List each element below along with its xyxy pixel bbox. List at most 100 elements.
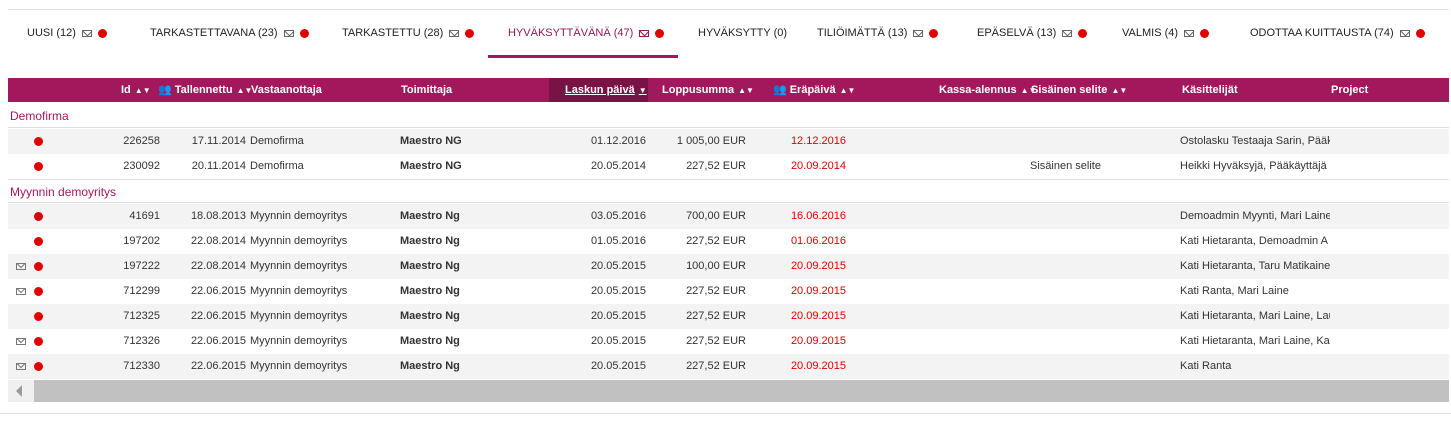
column-header-recipient[interactable]: Vastaanottaja bbox=[251, 78, 322, 102]
tab-tilioimatta[interactable]: TILIÖIMÄTTÄ (13) bbox=[817, 10, 939, 56]
column-header-supplier[interactable]: Toimittaja bbox=[401, 78, 452, 102]
column-header-project[interactable]: Project bbox=[1331, 78, 1368, 102]
cell-supplier: Maestro Ng bbox=[400, 360, 460, 372]
cell-due-date: 20.09.2014 bbox=[790, 160, 846, 172]
cell-handlers: Ostolasku Testaaja Sarin, Pääkä bbox=[1180, 135, 1330, 147]
scroll-left-arrow-icon[interactable] bbox=[16, 385, 22, 397]
cell-saved: 18.08.2013 bbox=[190, 210, 246, 222]
group-header[interactable]: Demofirma bbox=[8, 104, 1449, 128]
cell-id: 197202 bbox=[123, 235, 160, 247]
tab-uusi[interactable]: UUSI (12) bbox=[27, 10, 107, 56]
column-label: Laskun päivä bbox=[565, 84, 635, 96]
tab-odottaa-kuittausta[interactable]: ODOTTAA KUITTAUSTA (74) bbox=[1250, 10, 1425, 56]
tab-label: HYVÄKSYTTY (0) bbox=[698, 27, 788, 39]
scrollbar-thumb[interactable] bbox=[34, 380, 1449, 402]
bottom-divider bbox=[0, 413, 1451, 414]
table-row[interactable]: 197222 22.08.2014 Myynnin demoyritys Mae… bbox=[8, 254, 1449, 279]
tab-tarkastettavana[interactable]: TARKASTETTAVANA (23) bbox=[150, 10, 309, 56]
sort-icon: ▲▼ bbox=[839, 86, 856, 95]
cell-invoice-date: 03.05.2016 bbox=[590, 210, 646, 222]
column-header-handlers[interactable]: Käsittelijät bbox=[1182, 78, 1238, 102]
cell-invoice-date: 20.05.2015 bbox=[590, 285, 646, 297]
tab-label: VALMIS (4) bbox=[1122, 27, 1179, 39]
column-header-due-date[interactable]: 👥 Eräpäivä ▲▼ bbox=[773, 78, 855, 102]
cell-handlers: Kati Hietaranta, Mari Laine, Lau bbox=[1180, 310, 1330, 322]
cell-total: 100,00 EUR bbox=[686, 260, 746, 272]
column-header-internal-note[interactable]: Sisäinen selite ▲▼ bbox=[1031, 78, 1127, 102]
cell-saved: 22.06.2015 bbox=[190, 310, 246, 322]
cell-due-date: 20.09.2015 bbox=[790, 285, 846, 297]
cell-due-date: 20.09.2015 bbox=[790, 360, 846, 372]
status-dot-icon bbox=[34, 237, 43, 246]
cell-saved: 20.11.2014 bbox=[191, 160, 246, 172]
tab-label: EPÄSELVÄ (13) bbox=[977, 27, 1057, 39]
cell-total: 227,52 EUR bbox=[686, 360, 746, 372]
table-row[interactable]: 226258 17.11.2014 Demofirma Maestro NG 0… bbox=[8, 129, 1449, 154]
column-header-saved[interactable]: 👥 Tallennettu ▲▼ bbox=[158, 78, 252, 102]
cell-recipient: Myynnin demoyritys bbox=[250, 360, 348, 372]
cell-handlers: Kati Ranta bbox=[1180, 360, 1232, 372]
users-icon: 👥 bbox=[158, 84, 172, 96]
cell-recipient: Demofirma bbox=[250, 135, 304, 147]
cell-recipient: Myynnin demoyritys bbox=[250, 260, 348, 272]
mail-icon bbox=[16, 263, 26, 270]
cell-internal-note bbox=[1030, 354, 1160, 379]
cell-internal-note bbox=[1030, 279, 1160, 304]
table-row[interactable]: 41691 18.08.2013 Myynnin demoyritys Maes… bbox=[8, 204, 1449, 229]
column-header-id[interactable]: Id ▲▼ bbox=[121, 78, 151, 102]
cell-supplier: Maestro NG bbox=[400, 160, 462, 172]
column-label: Kassa-alennus bbox=[939, 84, 1017, 96]
cell-id: 712326 bbox=[123, 335, 160, 347]
cell-internal-note: Sisäinen selite bbox=[1030, 160, 1101, 172]
cell-invoice-date: 01.05.2016 bbox=[590, 235, 646, 247]
cell-supplier: Maestro Ng bbox=[400, 260, 460, 272]
status-dot-icon bbox=[34, 337, 43, 346]
cell-total: 227,52 EUR bbox=[686, 160, 746, 172]
group-header[interactable]: Myynnin demoyritys bbox=[8, 179, 1449, 203]
cell-saved: 22.08.2014 bbox=[190, 235, 246, 247]
column-label: Project bbox=[1331, 84, 1369, 96]
table-row[interactable]: 712299 22.06.2015 Myynnin demoyritys Mae… bbox=[8, 279, 1449, 304]
cell-total: 227,52 EUR bbox=[686, 335, 746, 347]
cell-saved: 22.06.2015 bbox=[190, 335, 246, 347]
table-row[interactable]: 197202 22.08.2014 Myynnin demoyritys Mae… bbox=[8, 229, 1449, 254]
table-row[interactable]: 712325 22.06.2015 Myynnin demoyritys Mae… bbox=[8, 304, 1449, 329]
cell-due-date: 12.12.2016 bbox=[790, 135, 846, 147]
mail-icon bbox=[16, 338, 26, 345]
mail-icon bbox=[639, 29, 650, 37]
cell-handlers: Heikki Hyväksyjä, Pääkäyttäjä D bbox=[1180, 160, 1330, 172]
column-label: Id bbox=[121, 84, 131, 96]
tab-hyvaksytty[interactable]: HYVÄKSYTTY (0) bbox=[698, 10, 787, 56]
tab-valmis[interactable]: VALMIS (4) bbox=[1122, 10, 1210, 56]
cell-internal-note bbox=[1030, 229, 1160, 254]
status-dot-icon bbox=[465, 28, 475, 38]
cell-invoice-date: 20.05.2015 bbox=[590, 335, 646, 347]
mail-icon bbox=[913, 29, 924, 37]
tab-tarkastettu[interactable]: TARKASTETTU (28) bbox=[342, 10, 475, 56]
cell-due-date: 20.09.2015 bbox=[790, 335, 846, 347]
cell-total: 700,00 EUR bbox=[686, 210, 746, 222]
column-header-total[interactable]: Loppusumma ▲▼ bbox=[662, 78, 754, 102]
sort-icon: ▲▼ bbox=[1111, 86, 1128, 95]
table-row[interactable]: 230092 20.11.2014 Demofirma Maestro NG 2… bbox=[8, 154, 1449, 179]
table-row[interactable]: 712326 22.06.2015 Myynnin demoyritys Mae… bbox=[8, 329, 1449, 354]
cell-supplier: Maestro Ng bbox=[400, 210, 460, 222]
horizontal-scrollbar[interactable] bbox=[8, 380, 1449, 402]
column-header-cash-discount[interactable]: Kassa-alennus ▲▼ bbox=[939, 78, 1037, 102]
status-dot-icon bbox=[1415, 28, 1425, 38]
active-tab-indicator bbox=[488, 55, 678, 58]
column-label: Sisäinen selite bbox=[1031, 84, 1108, 96]
cell-id: 712325 bbox=[123, 310, 160, 322]
cell-total: 227,52 EUR bbox=[686, 235, 746, 247]
tab-hyvaksyttavana[interactable]: HYVÄKSYTTÄVÄNÄ (47) bbox=[508, 10, 665, 56]
tab-label: TARKASTETTU (28) bbox=[342, 27, 444, 39]
column-label: Tallennettu bbox=[174, 84, 233, 96]
cell-supplier: Maestro Ng bbox=[400, 285, 460, 297]
table-row[interactable]: 712330 22.06.2015 Myynnin demoyritys Mae… bbox=[8, 354, 1449, 379]
column-header-invoice-date[interactable]: Laskun päivä ▼ bbox=[549, 78, 648, 102]
status-dot-icon bbox=[929, 28, 939, 38]
cell-id: 41691 bbox=[129, 210, 160, 222]
tab-epaselva[interactable]: EPÄSELVÄ (13) bbox=[977, 10, 1088, 56]
cell-internal-note bbox=[1030, 204, 1160, 229]
cell-handlers: Kati Hietaranta, Taru Matikaine bbox=[1180, 260, 1330, 272]
